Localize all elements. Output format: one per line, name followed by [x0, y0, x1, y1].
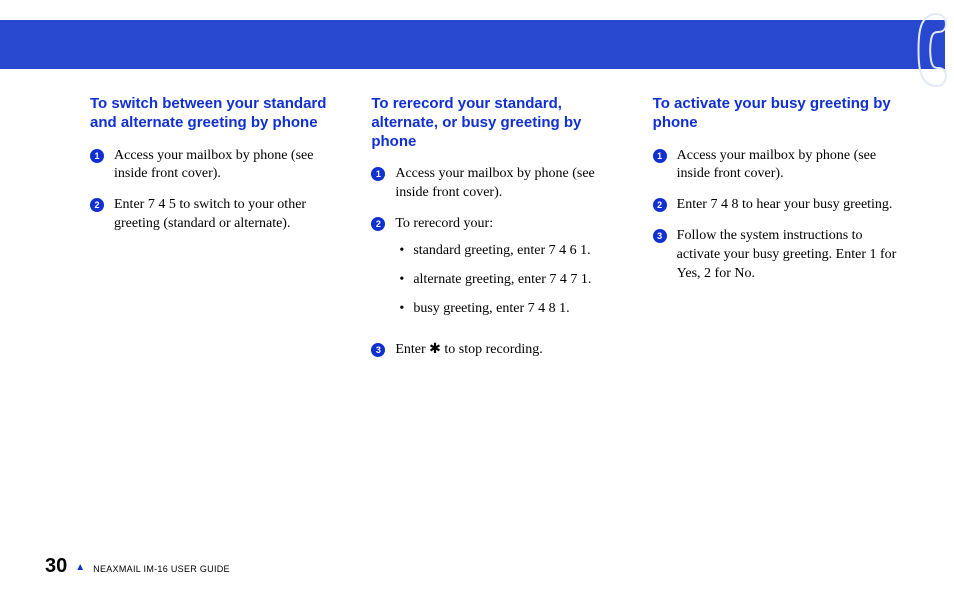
bullet-item: alternate greeting, enter 7 4 7 1. [395, 271, 622, 290]
step-body: Access your mailbox by phone (see inside… [395, 165, 622, 203]
step-number-badge: 3 [653, 229, 667, 243]
numbered-step: 1 Access your mailbox by phone (see insid… [371, 165, 622, 203]
numbered-step: 2 Enter 7 4 5 to switch to your other gre… [90, 196, 341, 234]
step-body: Enter 7 4 8 to hear your busy greet­ing. [677, 196, 904, 215]
step-number-badge: 3 [371, 343, 385, 357]
step-text: Access your mailbox by phone (see inside… [114, 147, 341, 185]
header-bar [0, 20, 945, 69]
column: To activate your busy greeting by phone 1… [653, 95, 904, 371]
step-text: Enter 7 4 5 to switch to your other gree… [114, 196, 341, 234]
step-text: Access your mailbox by phone (see inside… [677, 147, 904, 185]
step-number-badge: 1 [653, 149, 667, 163]
step-text: To rerecord your: [395, 215, 622, 234]
step-body: Access your mailbox by phone (see inside… [114, 147, 341, 185]
section-heading: To rerecord your standard, alternate, or… [371, 95, 622, 151]
step-number-badge: 1 [371, 167, 385, 181]
numbered-step: 2 Enter 7 4 8 to hear your busy greet­ing… [653, 196, 904, 215]
step-number-badge: 2 [653, 198, 667, 212]
phone-handset-icon [908, 10, 952, 90]
step-text: Follow the system instructions to activa… [677, 227, 904, 284]
numbered-step: 1 Access your mailbox by phone (see insid… [90, 147, 341, 185]
bullet-item: standard greeting, enter 7 4 6 1. [395, 242, 622, 261]
content-columns: To switch between your stan­dard and alt… [90, 95, 904, 371]
numbered-step: 3 Enter ✱ to stop recording. [371, 341, 622, 360]
column: To switch between your stan­dard and alt… [90, 95, 341, 371]
footer-marker-icon: ▲ [75, 562, 85, 573]
numbered-step: 1 Access your mailbox by phone (see insid… [653, 147, 904, 185]
step-text: Enter 7 4 8 to hear your busy greet­ing. [677, 196, 904, 215]
step-number-badge: 2 [371, 217, 385, 231]
footer-guide-title: NEAXMAIL IM-16 USER GUIDE [93, 564, 230, 574]
step-number-badge: 2 [90, 198, 104, 212]
section-heading: To activate your busy greeting by phone [653, 95, 904, 133]
step-body: To rerecord your: standard greeting, ente… [395, 215, 622, 329]
bullet-item: busy greeting, enter 7 4 8 1. [395, 300, 622, 319]
page-number: 30 [45, 555, 67, 578]
step-body: Enter ✱ to stop recording. [395, 341, 622, 360]
bullet-list: standard greeting, enter 7 4 6 1. alterna… [395, 242, 622, 319]
step-text: Access your mailbox by phone (see inside… [395, 165, 622, 203]
numbered-step: 3 Follow the system instructions to activ… [653, 227, 904, 284]
numbered-step: 2 To rerecord your: standard greeting, ent… [371, 215, 622, 329]
step-number-badge: 1 [90, 149, 104, 163]
step-text: Enter ✱ to stop recording. [395, 341, 622, 360]
section-heading: To switch between your stan­dard and alt… [90, 95, 341, 133]
column: To rerecord your standard, alternate, or… [371, 95, 622, 371]
step-body: Follow the system instructions to activa… [677, 227, 904, 284]
step-body: Access your mailbox by phone (see inside… [677, 147, 904, 185]
page-footer: 30 ▲ NEAXMAIL IM-16 USER GUIDE [45, 555, 230, 578]
step-body: Enter 7 4 5 to switch to your other gree… [114, 196, 341, 234]
